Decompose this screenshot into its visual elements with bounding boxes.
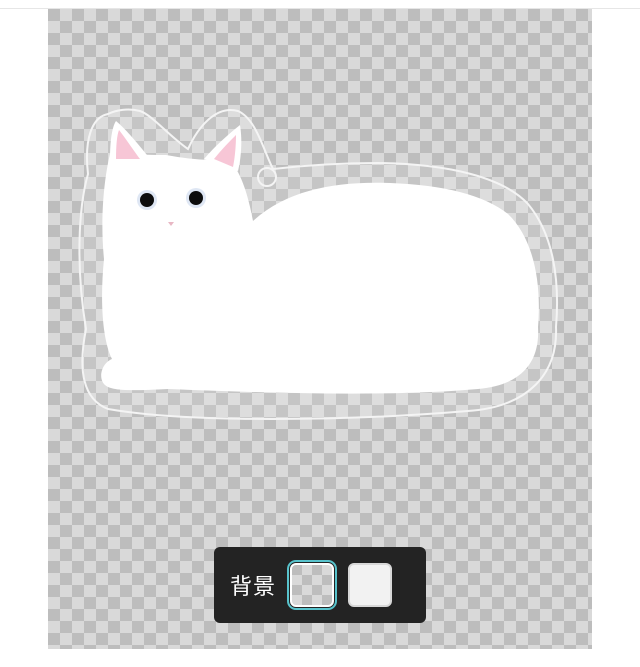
- top-divider: [0, 0, 640, 9]
- cat-eye-left: [140, 193, 154, 207]
- white-background-swatch[interactable]: [348, 563, 393, 607]
- background-toolbar: 背景: [214, 547, 426, 623]
- cat-eye-right: [189, 191, 203, 205]
- transparent-background-swatch[interactable]: [287, 560, 338, 610]
- background-label: 背景: [230, 575, 277, 600]
